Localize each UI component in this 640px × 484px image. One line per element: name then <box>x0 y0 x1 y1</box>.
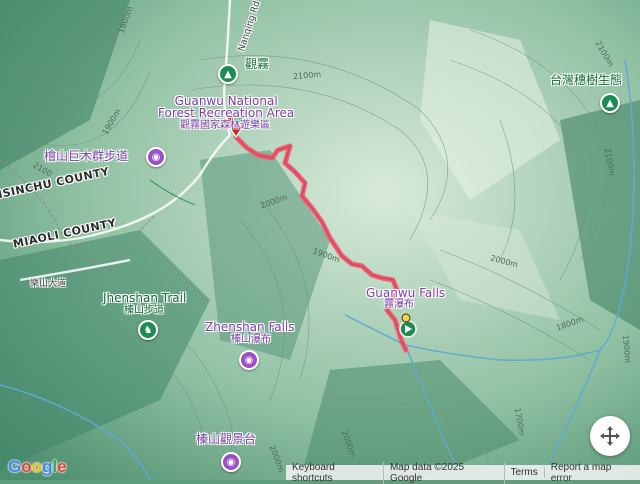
poi-label-nfra[interactable]: Guanwu National Forest Recreation Area <box>158 95 294 119</box>
poi-label-nfra-zh[interactable]: 觀霧國家森林遊樂區 <box>180 121 270 131</box>
map-footer: Keyboard shortcuts Map data ©2025 Google… <box>286 461 640 484</box>
camera-icon[interactable]: ◉ <box>239 350 259 370</box>
contour-label: 1900m <box>620 334 633 364</box>
google-logo: Google <box>8 457 67 476</box>
camera-icon[interactable]: ◉ <box>146 147 166 167</box>
poi-label-guanwu-falls-zh[interactable]: 霧瀑布 <box>384 300 414 310</box>
report-error-link[interactable]: Report a map error <box>545 462 640 484</box>
poi-label-taiwan-cypress[interactable]: 台灣穗樹生態 <box>550 74 622 86</box>
poi-label-jhenshan-trail-zh[interactable]: 榛山步道 <box>124 306 164 316</box>
poi-label-zhenshan-view[interactable]: 榛山觀景台 <box>196 433 256 445</box>
recenter-button[interactable] <box>590 416 630 456</box>
road-label-leshan: 樂山大道 <box>30 279 67 289</box>
poi-label-zhenshan-falls-zh[interactable]: 榛山瀑布 <box>231 335 271 345</box>
waypoint-marker <box>401 313 411 323</box>
poi-label-jhenshan-trail[interactable]: Jhenshan Trail <box>103 292 186 304</box>
map-data-text: Map data ©2025 Google <box>384 461 505 484</box>
terms-link[interactable]: Terms <box>505 467 545 478</box>
poi-label-guanwu-falls[interactable]: Guanwu Falls <box>366 287 445 299</box>
tree-icon[interactable]: ▲ <box>600 93 620 113</box>
route-start-marker <box>399 320 417 338</box>
poi-label-cypress-trail[interactable]: 檜山巨木群步道 <box>44 150 128 162</box>
camera-icon[interactable]: ◉ <box>221 452 241 472</box>
move-arrows-icon <box>600 426 620 446</box>
keyboard-shortcuts-link[interactable]: Keyboard shortcuts <box>286 461 384 484</box>
poi-label-zhenshan-falls[interactable]: Zhenshan Falls <box>205 321 295 333</box>
tree-icon[interactable]: ▲ <box>218 64 238 84</box>
hiker-icon[interactable]: ♞ <box>138 320 158 340</box>
poi-label-guanwu[interactable]: 觀霧 <box>245 58 269 70</box>
